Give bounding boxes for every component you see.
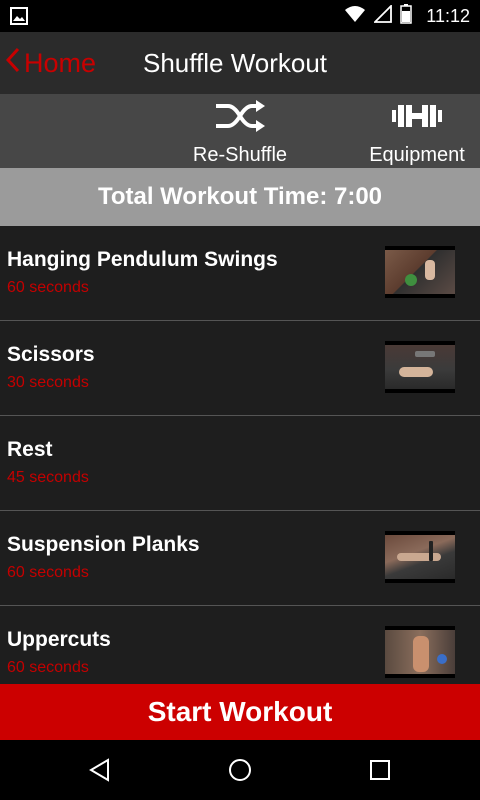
exercise-thumbnail (385, 626, 455, 678)
exercise-name: Uppercuts (7, 628, 111, 651)
back-label: Home (24, 47, 97, 78)
list-item[interactable]: Hanging Pendulum Swings 60 seconds (0, 226, 480, 321)
exercise-duration: 30 seconds (7, 374, 89, 391)
exercise-duration: 60 seconds (7, 279, 89, 296)
dumbbell-icon (391, 100, 443, 138)
exercise-thumbnail (385, 246, 455, 298)
exercise-name: Hanging Pendulum Swings (7, 248, 278, 271)
start-workout-button[interactable]: Start Workout (0, 684, 480, 740)
battery-icon (400, 3, 413, 29)
equipment-button[interactable]: Equipment (366, 100, 468, 167)
equipment-label: Equipment (369, 144, 465, 166)
page-title: Shuffle Workout (143, 48, 328, 78)
clock: 11:12 (426, 5, 470, 26)
recents-nav-icon[interactable] (368, 758, 392, 787)
toolbar: Re-Shuffle Equipment (0, 94, 480, 168)
signal-icon (373, 3, 393, 28)
total-workout-time: Total Workout Time: 7:00 (0, 168, 480, 226)
exercise-duration: 60 seconds (7, 564, 89, 581)
home-nav-icon[interactable] (228, 758, 252, 787)
exercise-duration: 45 seconds (7, 469, 89, 486)
exercise-name: Scissors (7, 343, 95, 366)
shuffle-icon (214, 100, 266, 138)
list-item[interactable]: Rest 45 seconds (0, 416, 480, 511)
exercise-name: Rest (7, 438, 53, 461)
back-nav-icon[interactable] (88, 758, 112, 787)
exercise-thumbnail (385, 341, 455, 393)
exercise-duration: 60 seconds (7, 659, 89, 676)
chevron-left-icon (5, 47, 24, 80)
exercise-thumbnail (385, 531, 455, 583)
wifi-icon (344, 5, 366, 28)
navigation-bar (0, 740, 480, 800)
action-bar: Home Shuffle Workout (0, 32, 480, 94)
reshuffle-button[interactable]: Re-Shuffle (190, 100, 290, 167)
list-item[interactable]: Uppercuts 60 seconds (0, 606, 480, 684)
list-item[interactable]: Scissors 30 seconds (0, 321, 480, 416)
home-back-button[interactable]: Home (5, 32, 97, 94)
status-bar: 11:12 (0, 0, 480, 32)
exercise-name: Suspension Planks (7, 533, 200, 556)
reshuffle-label: Re-Shuffle (192, 144, 288, 166)
list-item[interactable]: Suspension Planks 60 seconds (0, 511, 480, 606)
image-icon (10, 7, 28, 30)
exercise-list[interactable]: Hanging Pendulum Swings 60 seconds Sciss… (0, 226, 480, 684)
